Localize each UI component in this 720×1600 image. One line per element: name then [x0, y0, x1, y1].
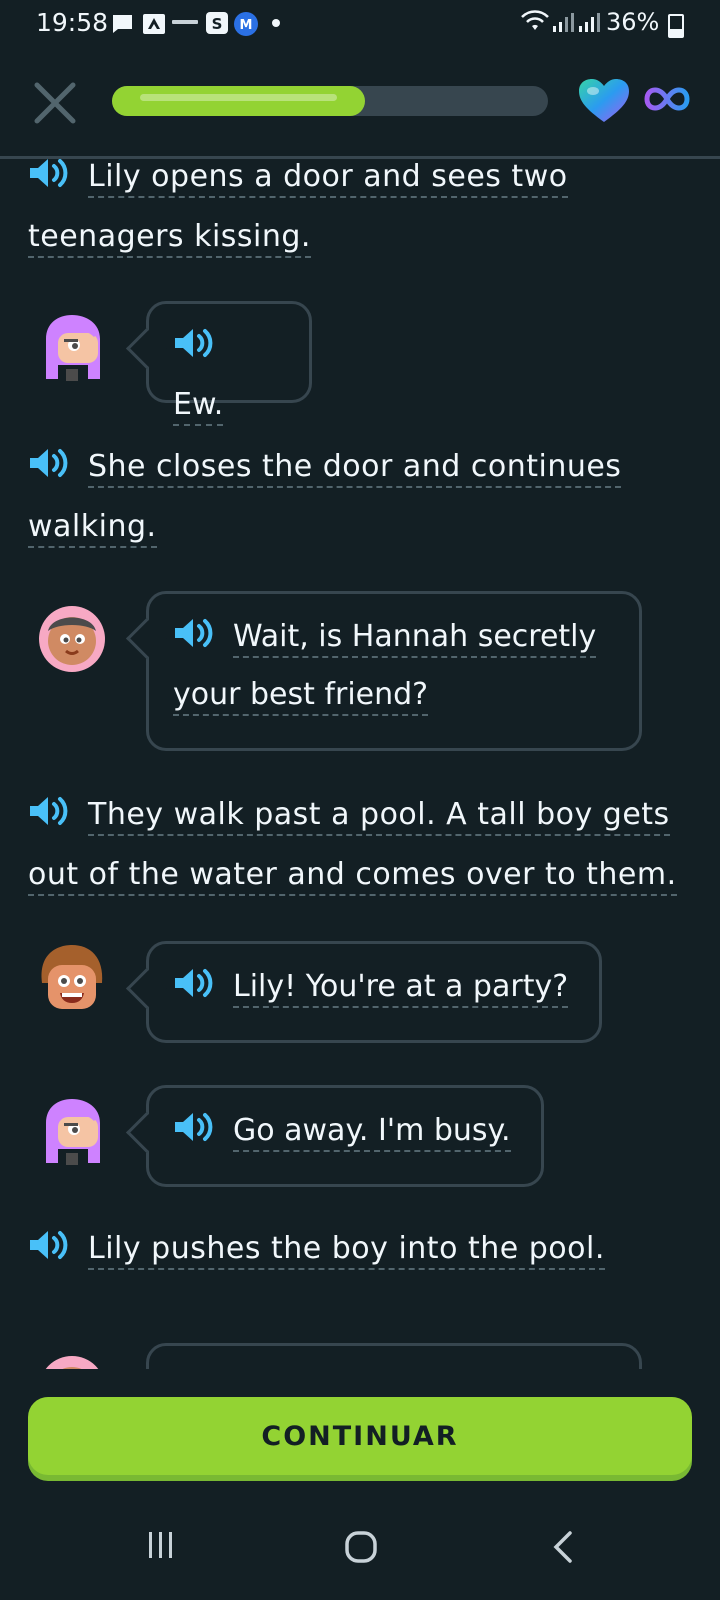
narration-text[interactable]: Lily pushes the boy into the pool. [88, 1231, 605, 1270]
progress-fill [112, 86, 365, 116]
coursera-icon [172, 20, 198, 24]
speech-bubble: Lily! You're at a party? [125, 941, 602, 1043]
home-icon[interactable] [344, 1530, 378, 1564]
close-icon[interactable] [30, 78, 80, 128]
drive-icon [143, 14, 165, 34]
s-app-icon: S [206, 12, 228, 34]
message-icon [112, 15, 132, 33]
signal-icon [553, 13, 574, 32]
wifi-icon [521, 10, 549, 30]
speaker-icon[interactable] [173, 966, 215, 1000]
navigation-bar [0, 1510, 720, 1600]
speech-bubble: Ew. [125, 301, 312, 426]
narration-4: Lily pushes the boy into the pool. [28, 1219, 605, 1279]
bubble-text[interactable]: Ew. [173, 387, 224, 426]
bubble-text[interactable]: Lily! You're at a party? [233, 969, 569, 1008]
narration-text[interactable]: walking. [28, 509, 157, 548]
character-avatar [39, 606, 105, 672]
speech-bubble: Wait, is Hannah secretly your best frien… [125, 591, 642, 751]
narration-text[interactable]: Lily opens a door and sees two [88, 159, 568, 198]
battery-percent: 36% [606, 8, 660, 36]
speaker-icon[interactable] [173, 616, 215, 650]
boy-avatar [41, 945, 103, 1009]
recent-apps-icon[interactable] [146, 1530, 176, 1560]
speaker-icon[interactable] [173, 326, 215, 360]
lily-avatar [46, 315, 100, 381]
character-avatar [45, 1356, 99, 1369]
back-icon[interactable] [552, 1530, 574, 1564]
speaker-icon[interactable] [28, 159, 70, 190]
narration-text[interactable]: She closes the door and continues [88, 449, 622, 488]
battery-icon [668, 14, 684, 38]
speech-bubble [146, 1343, 642, 1369]
dot-icon [272, 19, 280, 27]
m-app-icon: M [234, 12, 258, 36]
narration-1: Lily opens a door and sees two teenagers… [28, 159, 568, 267]
speaker-icon[interactable] [173, 1110, 215, 1144]
bubble-text[interactable]: Wait, is Hannah secretly [233, 619, 597, 658]
infinity-icon [644, 87, 690, 111]
narration-text[interactable]: out of the water and comes over to them. [28, 857, 677, 896]
progress-shine [140, 94, 337, 101]
status-time: 19:58 [36, 8, 109, 37]
heart-icon[interactable] [578, 78, 630, 124]
bubble-text[interactable]: your best friend? [173, 677, 429, 716]
status-bar: 19:58 S M 36% [0, 0, 720, 48]
narration-2: She closes the door and continues walkin… [28, 437, 622, 557]
svg-text:M: M [240, 18, 253, 33]
lily-avatar [46, 1099, 100, 1165]
narration-text[interactable]: teenagers kissing. [28, 219, 311, 258]
continue-button[interactable]: CONTINUAR [28, 1397, 692, 1475]
speaker-icon[interactable] [28, 1228, 70, 1262]
speaker-icon[interactable] [28, 794, 70, 828]
svg-text:S: S [212, 15, 223, 33]
speech-bubble: Go away. I'm busy. [125, 1085, 544, 1187]
story-area: Lily opens a door and sees two teenagers… [0, 159, 720, 1369]
narration-text[interactable]: They walk past a pool. A tall boy gets [88, 797, 670, 836]
bubble-text[interactable]: Go away. I'm busy. [233, 1113, 511, 1152]
progress-bar [112, 86, 548, 116]
speaker-icon[interactable] [28, 446, 70, 480]
signal-icon [579, 13, 600, 32]
narration-3: They walk past a pool. A tall boy gets o… [28, 785, 677, 905]
